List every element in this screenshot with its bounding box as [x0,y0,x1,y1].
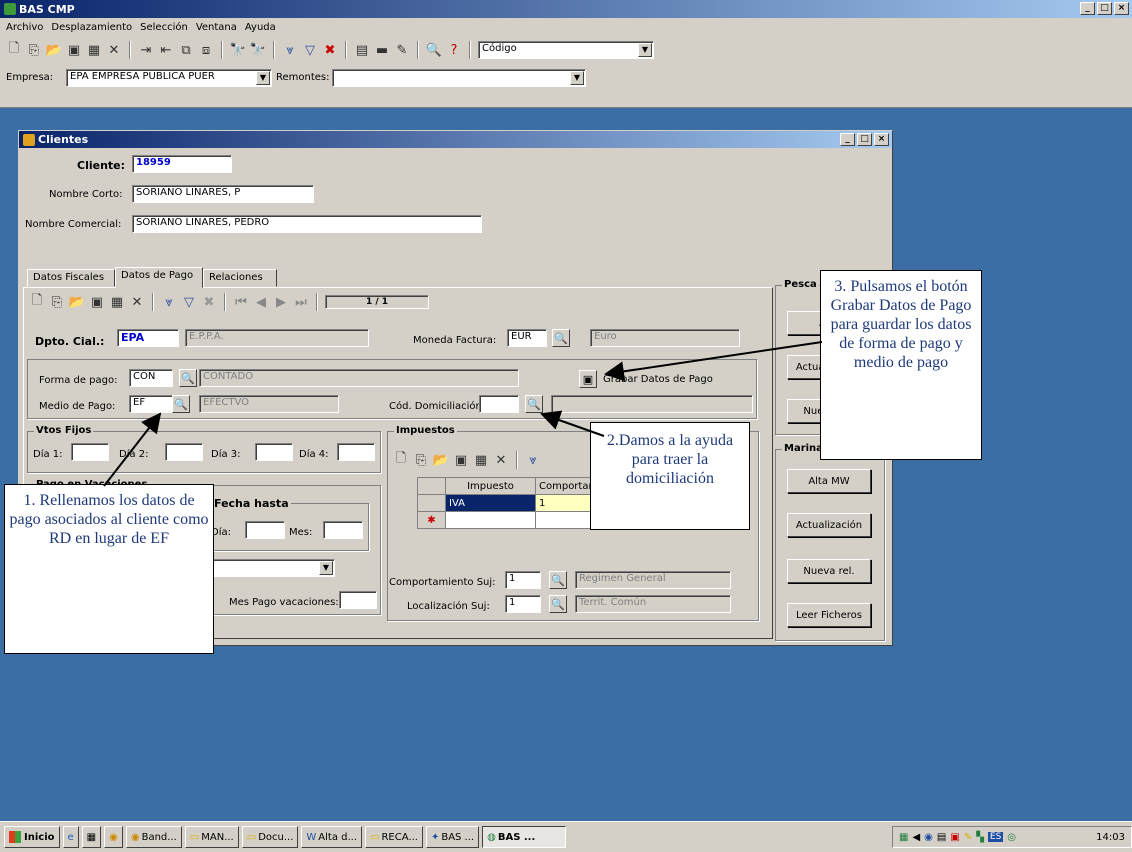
task-label: Alta d... [318,831,358,843]
quicklaunch-desktop-icon[interactable]: ▦ [81,826,102,848]
tray-icon[interactable]: ◉ [924,832,933,843]
folder-icon: ▭ [189,831,200,843]
taskbar-item-man[interactable]: ▭ MAN... [184,826,239,848]
word-icon: W [306,831,317,843]
tray-icon[interactable]: ▦ [899,832,908,843]
task-label: BAS ... [497,831,536,843]
task-icon: ◉ [130,831,140,843]
task-label: Docu... [258,831,294,843]
quicklaunch-outlook-icon[interactable]: ◉ [104,826,123,848]
taskbar-item-alta[interactable]: W Alta d... [301,826,363,848]
bas-icon: ✦ [430,831,440,843]
taskbar-item-reca[interactable]: ▭ RECA... [365,826,423,848]
start-label: Inicio [24,831,55,843]
taskbar-item-band[interactable]: ◉ Band... [125,826,182,848]
quicklaunch-ie-icon[interactable]: e [62,826,79,848]
volume-icon[interactable]: ◀ [912,832,920,843]
system-tray: ▦ ◀ ◉ ▤ ▣ ✎ ▚ ES ◎ 14:03 [892,826,1132,848]
start-button[interactable]: Inicio [4,826,60,848]
windows-logo-icon [9,831,21,843]
annotation-arrows [103,341,823,487]
tab-datos-de-pago[interactable]: Datos de Pago [115,267,203,288]
folder-icon: ▭ [246,831,257,843]
globe-icon: ◍ [487,831,496,843]
tray-icon[interactable]: ◎ [1007,832,1016,843]
task-label: MAN... [201,831,234,843]
clock: 14:03 [1096,831,1125,843]
tray-icon[interactable]: ▚ [976,832,984,843]
taskbar-item-bas-1[interactable]: ✦ BAS ... [425,826,480,848]
language-indicator[interactable]: ES [987,832,1004,842]
task-label: RECA... [381,831,418,843]
taskbar-item-bas-2[interactable]: ◍ BAS ... [482,826,567,848]
task-label: Band... [141,831,177,843]
network-icon[interactable]: ▤ [937,832,946,843]
tray-icon[interactable]: ▣ [950,832,959,843]
task-label: BAS ... [441,831,475,843]
arrow-step-3 [604,341,823,382]
folder-icon: ▭ [370,831,380,843]
arrow-step-2 [540,410,605,437]
taskbar: Inicio e ▦ ◉ ◉ Band... ▭ MAN... ▭ Docu... W… [0,821,1132,852]
arrow-step-1 [103,412,162,487]
tray-icon[interactable]: ✎ [964,832,972,843]
taskbar-item-docu[interactable]: ▭ Docu... [241,826,299,848]
